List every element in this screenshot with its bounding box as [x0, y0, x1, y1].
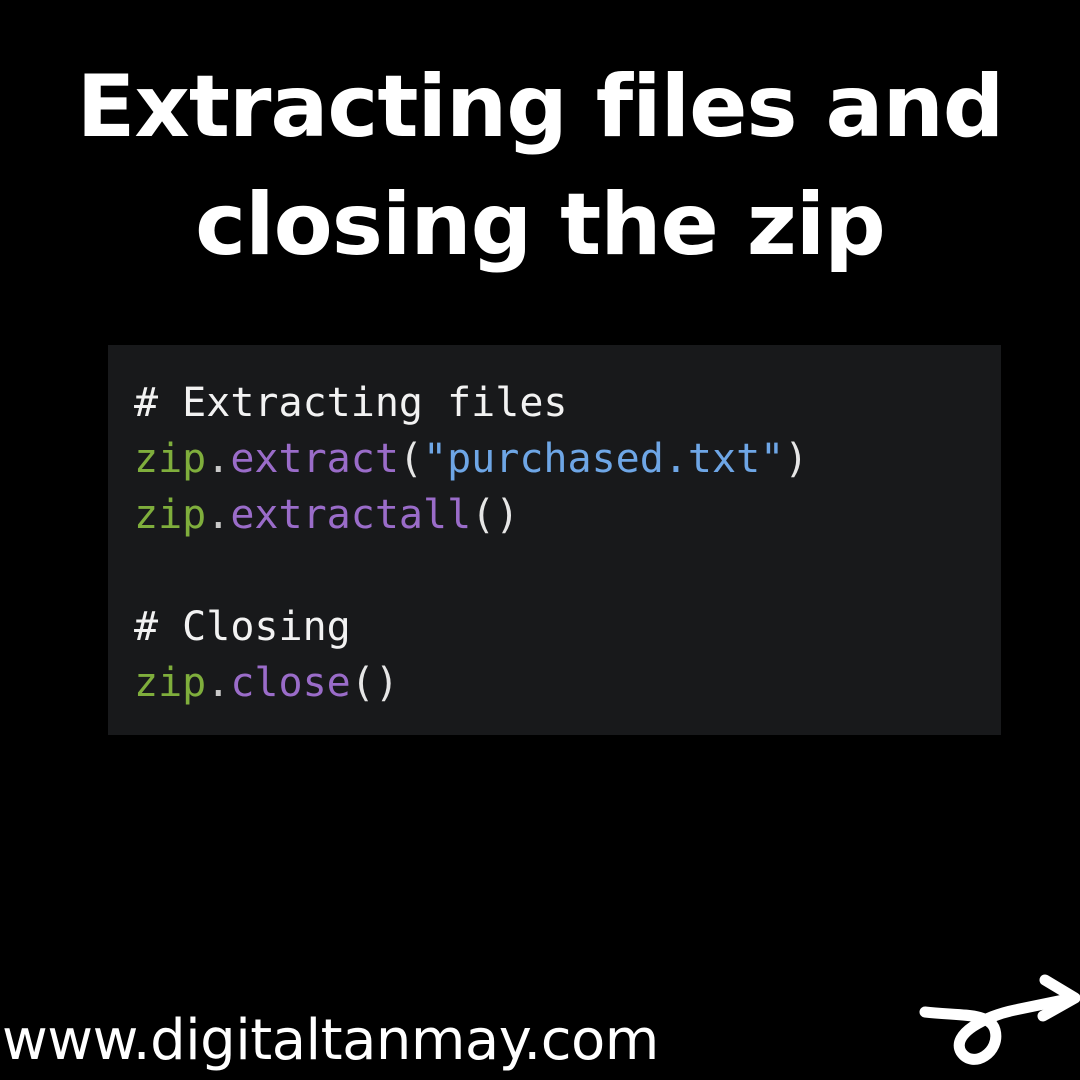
title-line-1: Extracting files and — [76, 57, 1005, 157]
page-title: Extracting files and closing the zip — [0, 48, 1080, 284]
code-token-paren: ( — [398, 436, 424, 482]
code-token-dot: . — [206, 660, 231, 706]
code-token-string: "purchased.txt" — [423, 436, 785, 482]
code-block: # Extracting files zip.extract("purchased… — [134, 375, 808, 711]
loop-arrow-logo-icon — [919, 974, 1080, 1065]
code-token-method: extractall — [230, 492, 472, 538]
code-token-obj: zip — [134, 492, 207, 538]
code-token-method: extract — [230, 436, 399, 482]
code-token-dot: . — [206, 492, 231, 538]
title-line-2: closing the zip — [195, 175, 886, 275]
code-token-paren: () — [471, 492, 520, 538]
code-snippet-panel: # Extracting files zip.extract("purchased… — [108, 345, 1001, 735]
code-token-obj: zip — [134, 436, 207, 482]
code-token-dot: . — [206, 436, 231, 482]
code-token-comment: # Extracting files — [134, 380, 568, 426]
code-line: zip.close() — [134, 655, 808, 711]
code-line: # Extracting files — [134, 375, 808, 431]
code-token-method: close — [230, 660, 351, 706]
code-token-comment: # Closing — [134, 604, 351, 650]
code-token-obj: zip — [134, 660, 207, 706]
code-line: # Closing — [134, 599, 808, 655]
code-line: zip.extractall() — [134, 487, 808, 543]
code-line: zip.extract("purchased.txt") — [134, 431, 808, 487]
website-url: www.digitaltanmay.com — [2, 1008, 659, 1073]
code-token-paren: () — [350, 660, 399, 706]
code-token-paren: ) — [784, 436, 809, 482]
